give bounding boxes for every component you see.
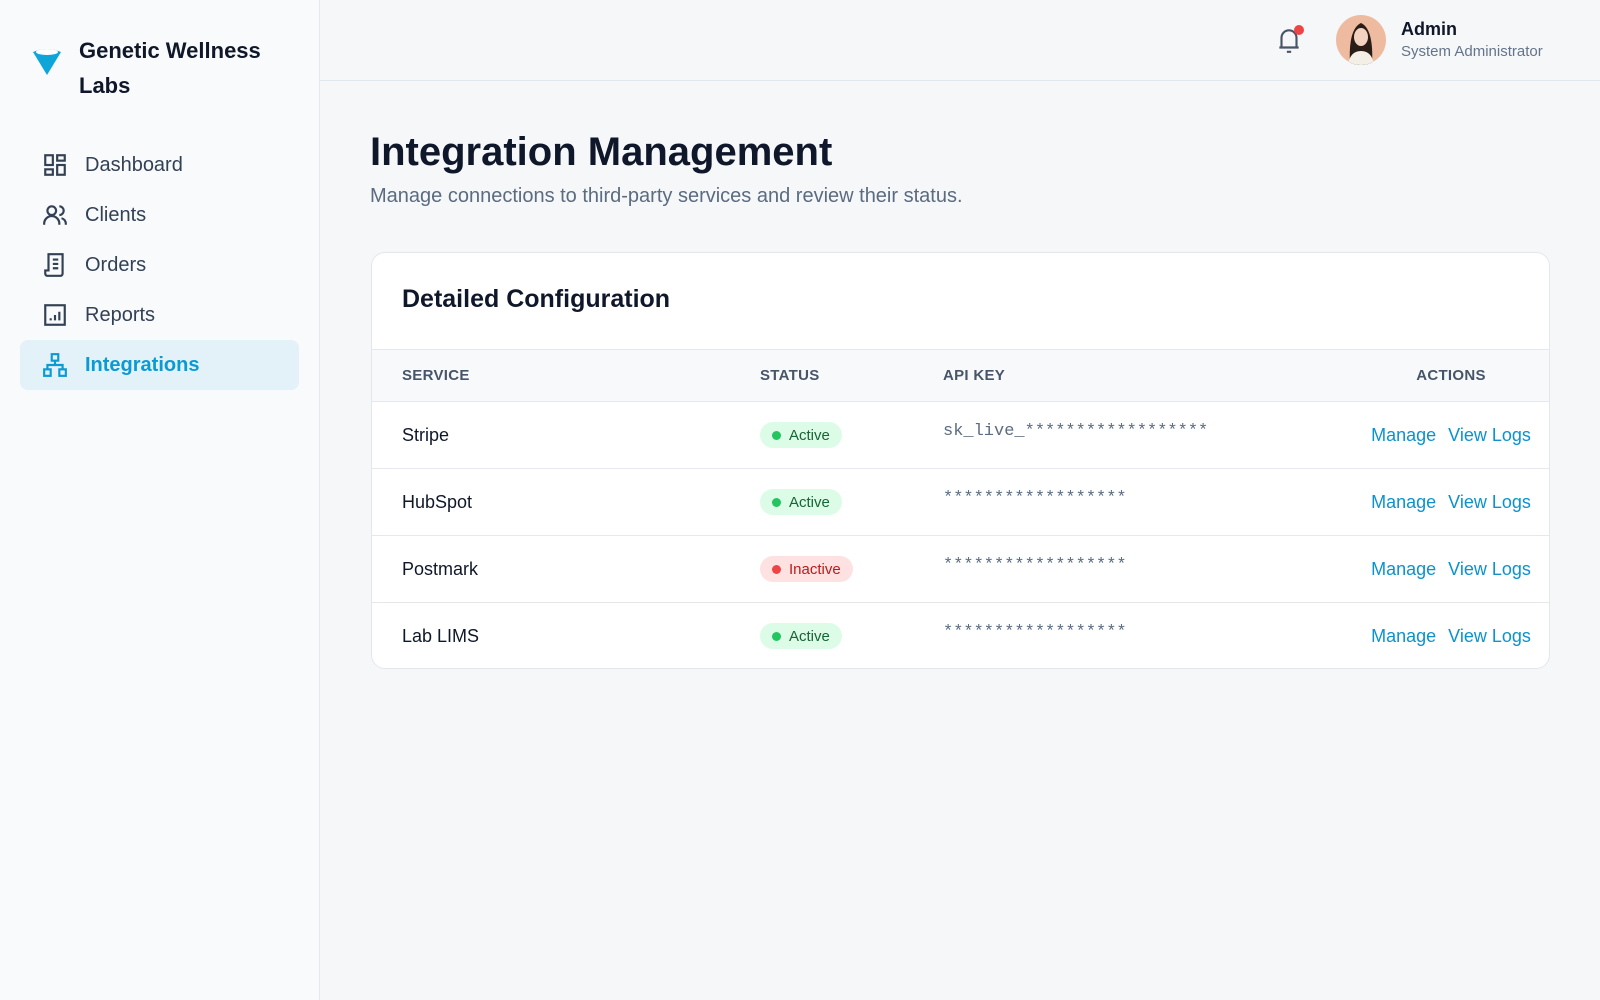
column-header-service: SERVICE — [402, 367, 470, 384]
notification-dot — [1294, 25, 1304, 35]
status-label: Inactive — [789, 560, 841, 578]
page-title: Integration Management — [370, 130, 833, 174]
dashboard-icon — [44, 154, 66, 176]
status-badge: Active — [760, 623, 842, 650]
sidebar-item-label: Orders — [85, 253, 147, 276]
sidebar-item-label: Integrations — [85, 353, 200, 376]
logo-icon — [33, 49, 61, 75]
service-name: HubSpot — [402, 491, 473, 512]
status-dot — [772, 430, 781, 440]
sidebar-item-orders[interactable]: Orders — [20, 240, 299, 290]
api-key: ****************** — [943, 556, 1127, 575]
view-logs-link[interactable]: View Logs — [1448, 559, 1531, 579]
api-key: sk_live_****************** — [943, 422, 1209, 441]
status-label: Active — [789, 627, 830, 645]
sidebar-item-label: Dashboard — [85, 153, 183, 176]
sidebar-item-integrations[interactable]: Integrations — [20, 340, 299, 390]
integrations-card: Detailed Configuration SERVICE STATUS AP… — [371, 252, 1550, 669]
status-dot — [772, 564, 781, 574]
table-row: Postmark Inactive ****************** Man… — [372, 535, 1549, 603]
view-logs-link[interactable]: View Logs — [1448, 425, 1531, 445]
service-name: Stripe — [402, 424, 450, 445]
integrations-table: SERVICE STATUS API KEY ACTIONS Stripe Ac… — [372, 349, 1549, 669]
page-subtitle: Manage connections to third-party servic… — [370, 185, 963, 207]
table-row: HubSpot Active ****************** Manage… — [372, 468, 1549, 536]
sidebar-item-dashboard[interactable]: Dashboard — [20, 140, 299, 190]
receipt-icon — [44, 253, 64, 277]
manage-link[interactable]: Manage — [1371, 626, 1436, 646]
chart-icon — [44, 304, 66, 326]
status-dot — [772, 497, 781, 507]
table-row: Stripe Active sk_live_******************… — [372, 401, 1549, 469]
sidebar-item-label: Reports — [85, 303, 156, 326]
table-row: Lab LIMS Active ****************** Manag… — [372, 602, 1549, 669]
table-header: SERVICE STATUS API KEY ACTIONS — [372, 349, 1549, 402]
status-badge: Active — [760, 422, 842, 448]
service-name: Lab LIMS — [402, 625, 480, 646]
column-header-status: STATUS — [760, 367, 820, 384]
sidebar-item-reports[interactable]: Reports — [20, 290, 299, 340]
users-icon — [43, 205, 67, 225]
avatar-image — [1348, 23, 1374, 65]
avatar[interactable] — [1336, 15, 1386, 65]
manage-link[interactable]: Manage — [1371, 425, 1436, 445]
view-logs-link[interactable]: View Logs — [1448, 626, 1531, 646]
user-role: System Administrator — [1401, 43, 1543, 60]
status-label: Active — [789, 426, 830, 444]
sidebar: Genetic Wellness Labs Dashboard Clients … — [0, 0, 320, 1000]
brand-name: Genetic Wellness Labs — [79, 38, 261, 98]
status-badge: Inactive — [760, 556, 853, 582]
card-title: Detailed Configuration — [402, 285, 671, 313]
api-key: ****************** — [943, 623, 1127, 642]
sidebar-item-label: Clients — [85, 203, 147, 226]
user-name: Admin — [1401, 19, 1457, 39]
sitemap-icon — [43, 353, 67, 377]
status-label: Active — [789, 493, 830, 511]
api-key: ****************** — [943, 489, 1127, 508]
manage-link[interactable]: Manage — [1371, 559, 1436, 579]
top-bar: Admin System Administrator — [320, 0, 1600, 81]
status-dot — [772, 631, 781, 641]
sidebar-item-clients[interactable]: Clients — [20, 190, 299, 240]
service-name: Postmark — [402, 558, 479, 579]
manage-link[interactable]: Manage — [1371, 492, 1436, 512]
column-header-api-key: API KEY — [943, 367, 1006, 384]
sidebar-nav: Dashboard Clients Orders Reports Integra… — [20, 140, 299, 390]
view-logs-link[interactable]: View Logs — [1448, 492, 1531, 512]
column-header-actions: ACTIONS — [1416, 367, 1486, 384]
status-badge: Active — [760, 489, 842, 515]
